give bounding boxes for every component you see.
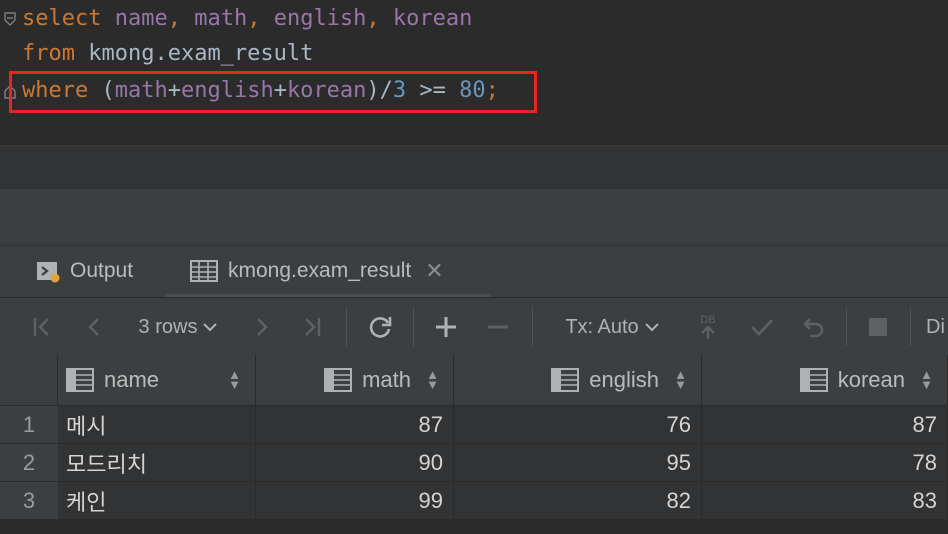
column-name: name [114, 6, 168, 31]
editor-bottom-strip [0, 145, 948, 190]
table-cell[interactable]: 케인 [58, 482, 256, 520]
column-math: math [194, 6, 248, 31]
toolbar-separator [346, 308, 347, 346]
table-cell[interactable]: 모드리치 [58, 444, 256, 482]
table-cell[interactable]: 82 [454, 482, 702, 520]
results-tabbar: Output kmong.exam_result ✕ [0, 245, 948, 298]
chevron-down-icon [644, 323, 659, 332]
toolbar-separator [532, 308, 533, 346]
toolbar-separator [413, 308, 414, 346]
row-number-header [0, 355, 58, 405]
table-cell[interactable]: 90 [256, 444, 454, 482]
column-header-label: math [362, 367, 411, 392]
tx-mode-dropdown[interactable]: Tx: Auto [550, 298, 674, 356]
table-cell[interactable]: 76 [454, 406, 702, 444]
results-grid[interactable]: name ▲ ▼ math ▲ ▼ english ▲ ▼ korean ▲ ▼ 1 메… [0, 355, 948, 534]
prev-page-icon[interactable] [80, 298, 108, 356]
code-line-2: from kmong.exam_result [22, 39, 313, 69]
next-page-icon[interactable] [248, 298, 276, 356]
column-header-name[interactable]: name ▲ ▼ [58, 355, 256, 405]
toolbar-separator [910, 308, 911, 346]
compare-button[interactable]: Di [926, 298, 948, 356]
tab-output-label: Output [70, 259, 134, 282]
column-icon [551, 368, 580, 392]
db-submit-icon[interactable]: DB [692, 298, 724, 356]
rollback-icon[interactable] [798, 298, 830, 356]
column-header-label: english [589, 367, 659, 392]
last-page-icon[interactable] [298, 298, 326, 356]
highlight-box [9, 71, 537, 113]
sort-icon[interactable]: ▲ ▼ [228, 368, 241, 391]
table-icon [190, 260, 218, 282]
row-number[interactable]: 3 [0, 482, 58, 520]
chevron-down-icon [203, 323, 218, 332]
rows-count-label: 3 rows [138, 315, 198, 338]
add-row-icon[interactable] [430, 298, 462, 356]
tab-exam-result[interactable]: kmong.exam_result ✕ [190, 246, 444, 296]
compare-label: Di [926, 315, 945, 338]
table-cell[interactable]: 83 [702, 482, 948, 520]
first-page-icon[interactable] [28, 298, 56, 356]
table-cell[interactable]: 78 [702, 444, 948, 482]
column-header-math[interactable]: math ▲ ▼ [256, 355, 454, 405]
keyword-select: select [22, 6, 102, 31]
close-icon[interactable]: ✕ [425, 258, 443, 284]
column-header-label: korean [837, 367, 905, 392]
sort-icon[interactable]: ▲ ▼ [426, 368, 439, 391]
table-cell[interactable]: 87 [702, 406, 948, 444]
console-icon [36, 259, 60, 283]
code-line-1: select name, math, english, korean [22, 6, 473, 31]
column-icon [799, 368, 828, 392]
column-header-english[interactable]: english ▲ ▼ [454, 355, 702, 405]
column-icon [324, 368, 353, 392]
table-cell[interactable]: 메시 [58, 406, 256, 444]
table-cell[interactable]: 87 [256, 406, 454, 444]
table-cell[interactable]: 95 [454, 444, 702, 482]
tab-output[interactable]: Output [36, 246, 133, 296]
rows-count-dropdown[interactable]: 3 rows [128, 298, 228, 356]
db-label: DB [700, 313, 716, 326]
remove-row-icon[interactable] [482, 298, 514, 356]
sort-icon[interactable]: ▲ ▼ [674, 368, 687, 391]
table-cell[interactable]: 99 [256, 482, 454, 520]
row-number[interactable]: 1 [0, 406, 58, 444]
table-name: kmong.exam_result [88, 41, 314, 66]
refresh-icon[interactable] [364, 298, 396, 356]
keyword-from: from [22, 41, 75, 66]
row-number[interactable]: 2 [0, 444, 58, 482]
result-toolbar: 3 rows Tx: Auto DB Di [0, 297, 948, 357]
toolbar-separator [846, 308, 847, 346]
tx-mode-label: Tx: Auto [565, 315, 639, 338]
sql-editor[interactable]: select name, math, english, korean from … [0, 0, 948, 145]
column-header-korean[interactable]: korean ▲ ▼ [702, 355, 948, 405]
sort-icon[interactable]: ▲ ▼ [920, 368, 933, 391]
stop-icon[interactable] [862, 298, 894, 356]
column-icon [66, 368, 94, 392]
panel-splitter[interactable] [0, 189, 948, 245]
commit-check-icon[interactable] [746, 298, 778, 356]
tab-exam-result-label: kmong.exam_result [228, 259, 412, 282]
fold-icon[interactable] [4, 12, 16, 26]
column-korean: korean [392, 6, 473, 31]
column-english: english [273, 6, 367, 31]
column-header-label: name [104, 367, 160, 392]
